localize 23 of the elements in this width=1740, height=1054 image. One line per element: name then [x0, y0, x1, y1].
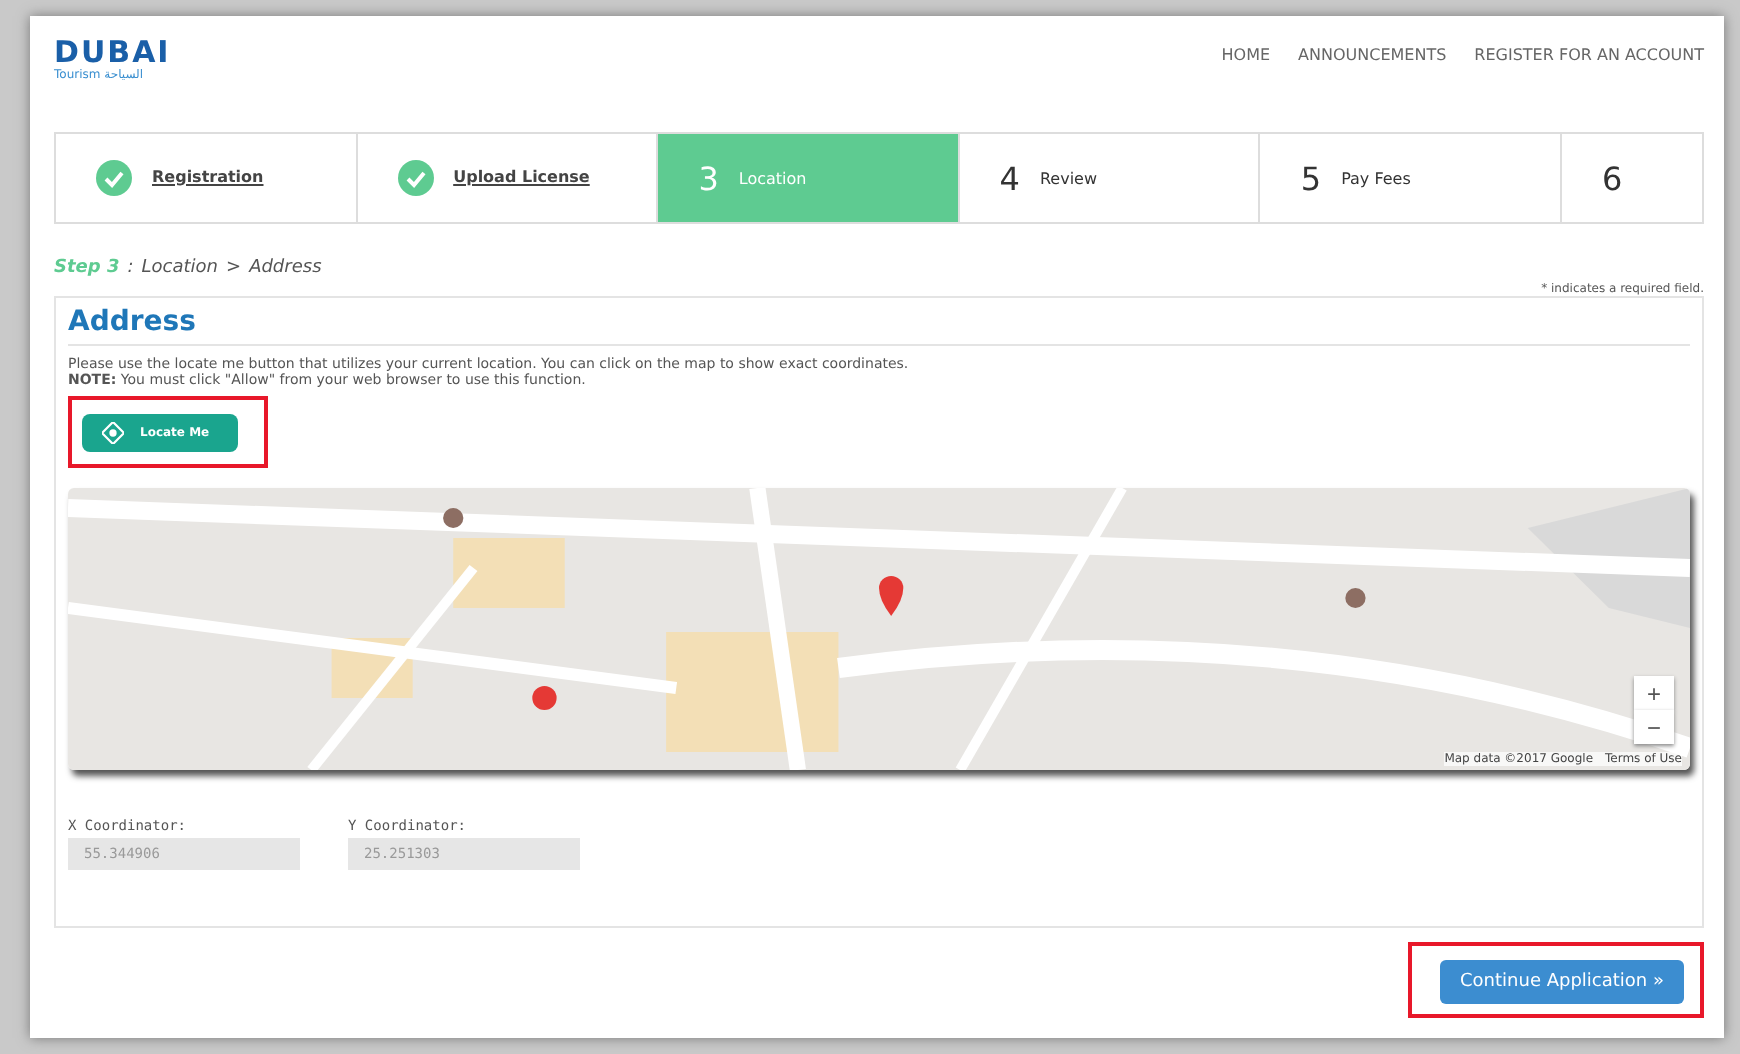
- step-number: 4: [999, 159, 1020, 197]
- nav-link[interactable]: HOME: [1221, 46, 1271, 64]
- nav-link[interactable]: REGISTER FOR AN ACCOUNT: [1474, 46, 1704, 64]
- step-number: 5: [1300, 159, 1322, 197]
- breadcrumb-step: Step 3: [54, 258, 120, 278]
- breadcrumb-separator: >: [226, 258, 242, 278]
- step-label: Pay Fees: [1341, 169, 1411, 187]
- breadcrumb-item: Address: [249, 258, 322, 278]
- step-link[interactable]: Registration: [152, 167, 264, 189]
- continue-button[interactable]: Continue Application »: [1440, 960, 1684, 1004]
- breadcrumb-separator: :: [127, 258, 134, 278]
- step-label: Location: [738, 169, 807, 187]
- step-label: Review: [1039, 169, 1098, 187]
- breadcrumb-item: Location: [141, 258, 219, 278]
- step-number: 3: [698, 159, 719, 197]
- locate-icon: [102, 422, 124, 444]
- step-link[interactable]: Upload License: [453, 167, 590, 189]
- nav-link[interactable]: ANNOUNCEMENTS: [1298, 46, 1447, 64]
- zoom-in-button[interactable]: +: [1634, 676, 1674, 710]
- zoom-out-button[interactable]: −: [1634, 710, 1674, 744]
- step-number: 6: [1601, 159, 1623, 197]
- section-title: Address: [68, 306, 1690, 346]
- logo: DUBAI: [54, 36, 171, 68]
